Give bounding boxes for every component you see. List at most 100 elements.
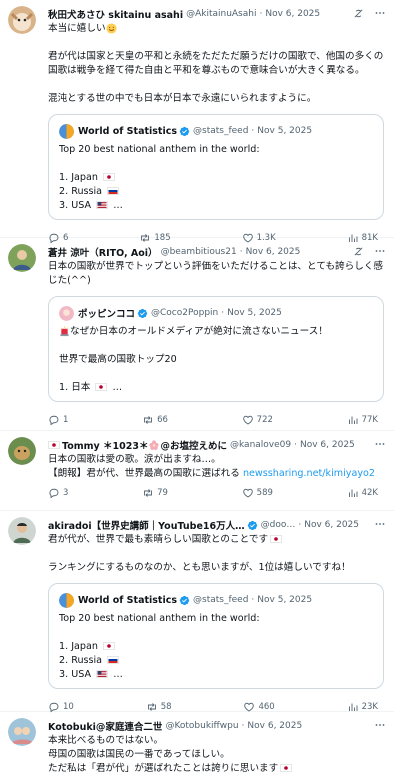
avatar[interactable] [8,718,36,746]
repost-button[interactable]: 79 [142,487,168,499]
display-name[interactable]: Kotobuki@家庭連合二世 [48,719,162,733]
text-line: Top 20 best national anthem in the world… [59,613,260,624]
repost-count: 79 [157,488,168,498]
views-button[interactable]: 42K [347,487,378,499]
post-header: 蒼井 涼叶（RITO, Aoi） @beambitious21 · Nov 6,… [48,244,384,260]
like-count: 589 [256,488,273,498]
handle[interactable]: @AkitainuAsahi [186,9,256,19]
text-line: Top 20 best national anthem in the world… [59,144,260,155]
reply-count: 1 [63,415,69,425]
text-line: 1. Japan [59,172,98,183]
display-name[interactable]: Tommy ＊1023＊ [62,438,148,452]
post[interactable]: Kotobuki@家庭連合二世 @Kotobukiffwpu · Nov 6, … [0,712,394,781]
handle[interactable]: @beambitious21 [161,247,237,257]
action-bar: 1 66 722 77K [48,408,384,432]
text-line: ただ私は「君が代」が選ばれたことは誇りに思います [48,763,279,774]
post-body: 秋田犬あさひ skitainu asahi @AkitainuAsahi · N… [48,6,384,237]
timestamp[interactable]: Nov 6, 2025 [246,247,301,257]
post-text: 本当に嬉しい 君が代は国家と天皇の平和と永続をただただ願うだけの国歌で、他国の多… [48,22,384,106]
separator: · [241,721,245,731]
more-icon[interactable] [374,245,386,257]
reply-icon [48,487,60,499]
cherry-blossom-icon [149,440,160,450]
text-line: 3. USA [59,200,92,211]
quoted-post[interactable]: ポッピンココ @Coco2Poppin · Nov 5, 2025 なぜか日本の… [48,296,384,402]
separator: · [251,595,255,605]
post-text: 日本の国歌は愛の歌。涙が出ますね…。 【朗報】君が代、世界最高の国歌に選ばれる … [48,453,384,481]
text-line: 本来比べるものではない。 [48,735,164,746]
verified-icon [137,308,148,319]
text-line: なぜか日本のオールドメディアが絶対に流さないニュース！ [70,326,328,337]
post-header-actions [374,438,386,450]
reply-button[interactable]: 1 [48,414,68,426]
avatar-column [8,437,40,510]
like-count: 722 [256,415,273,425]
quoted-post[interactable]: World of Statistics @stats_feed · Nov 5,… [48,583,384,689]
text-line: ランキングにするものなのか、とも思いますが、1位は嬉しいですね！ [48,562,351,573]
timestamp[interactable]: Nov 6, 2025 [265,9,320,19]
post-link[interactable]: newssharing.net/kimiyayo2 [243,468,375,479]
quoted-handle: @stats_feed [193,126,249,136]
verified-icon [179,126,190,137]
post-header: akiradoi【世界史講師｜YouTube16万人… @doo… · Nov … [48,517,384,533]
flag-japan-icon [103,173,116,181]
quoted-handle: @Coco2Poppin [151,308,219,318]
avatar[interactable] [8,517,36,545]
avatar[interactable] [8,437,36,465]
quoted-post-header: World of Statistics @stats_feed · Nov 5,… [59,592,373,608]
quoted-post[interactable]: World of Statistics @stats_feed · Nov 5,… [48,114,384,220]
more-icon[interactable] [374,438,386,450]
timestamp[interactable]: Nov 6, 2025 [304,520,359,530]
text-line: 母国の国歌は国民の一番であってほしい。 [48,749,230,760]
display-name-suffix[interactable]: @お塩控えめに [160,438,227,452]
handle[interactable]: @Kotobukiffwpu [165,721,238,731]
avatar[interactable] [8,244,36,272]
avatar[interactable] [8,6,36,34]
post[interactable]: 秋田犬あさひ skitainu asahi @AkitainuAsahi · N… [0,0,394,238]
flag-russia-icon [107,656,120,664]
handle[interactable]: @kanalove09 [230,440,291,450]
display-name[interactable]: akiradoi【世界史講師｜YouTube16万人… [48,518,245,532]
post[interactable]: akiradoi【世界史講師｜YouTube16万人… @doo… · Nov … [0,511,394,712]
text-line: 【朗報】君が代、世界最高の国歌に選ばれる [48,468,240,479]
views-button[interactable]: 77K [347,414,378,426]
post-body: Tommy ＊1023＊ @お塩控えめに @kanalove09 · Nov 6… [48,437,384,510]
text-line: 混沌とする世の中でも日本が日本で永遠にいられますように。 [48,93,317,104]
separator: · [239,247,243,257]
like-button[interactable]: 589 [242,487,273,499]
text-line: 君が代は国家と天皇の平和と永続をただただ願うだけの国歌で、他国の多くの国歌は戦争… [48,51,384,76]
quoted-text: Top 20 best national anthem in the world… [59,143,373,213]
quoted-avatar [59,123,74,139]
more-icon[interactable] [374,518,386,530]
reply-button[interactable]: 3 [48,487,68,499]
post-header-actions [353,245,386,257]
post-text: 本来比べるものではない。 母国の国歌は国民の一番であってほしい。 ただ私は「君が… [48,734,384,776]
display-name[interactable]: 秋田犬あさひ skitainu asahi [48,7,183,21]
post-text: 君が代が、世界で最も素晴らしい国歌とのことです ランキングにするものなのか、とも… [48,533,384,575]
quoted-avatar [59,305,74,321]
handle[interactable]: @doo… [261,520,296,530]
post[interactable]: 蒼井 涼叶（RITO, Aoi） @beambitious21 · Nov 6,… [0,238,394,431]
verified-icon [179,595,190,606]
text-line: 3. USA [59,669,92,680]
view-count: 42K [361,488,378,498]
display-name[interactable]: 蒼井 涼叶（RITO, Aoi） [48,245,158,259]
verified-icon [247,520,258,531]
more-icon[interactable] [374,7,386,19]
separator: · [251,126,255,136]
quoted-text: なぜか日本のオールドメディアが絶対に流さないニュース！ 世界で最高の国歌トップ2… [59,325,373,395]
repost-button[interactable]: 66 [142,414,168,426]
text-line: 日本の国歌は愛の歌。涙が出ますね…。 [48,454,221,465]
grok-icon[interactable] [353,246,364,257]
like-button[interactable]: 722 [242,414,273,426]
post[interactable]: Tommy ＊1023＊ @お塩控えめに @kanalove09 · Nov 6… [0,431,394,511]
action-bar: 3 79 589 42K [48,481,384,505]
avatar-column [8,517,40,711]
grok-icon[interactable] [353,8,364,19]
views-icon [347,414,359,426]
quoted-display-name: World of Statistics [78,125,178,137]
timestamp[interactable]: Nov 6, 2025 [300,440,355,450]
timestamp[interactable]: Nov 6, 2025 [247,721,302,731]
text-line: 本当に嬉しい [48,23,106,34]
more-icon[interactable] [374,719,386,731]
